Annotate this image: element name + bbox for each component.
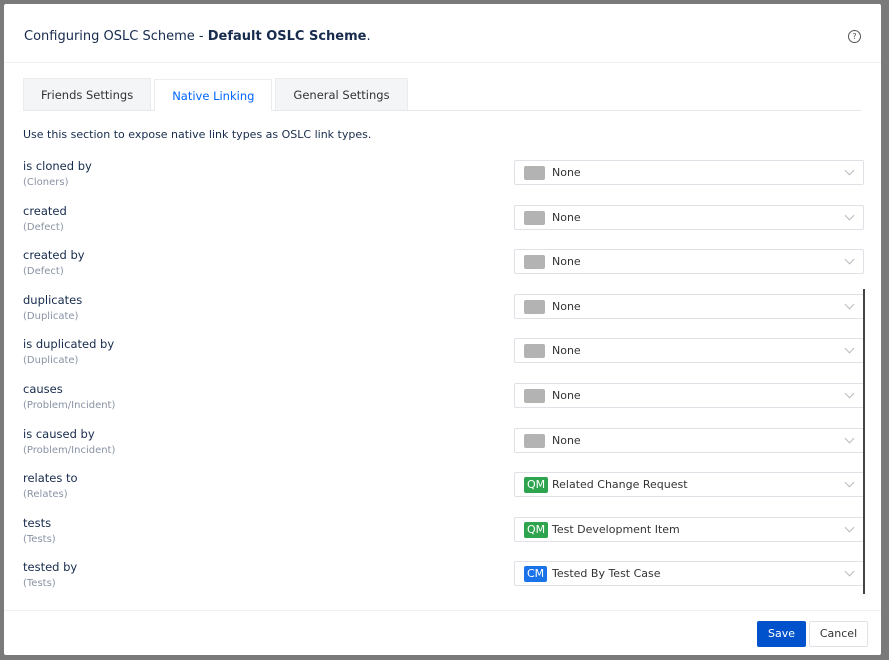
oslc-scheme-dialog: Configuring OSLC Scheme - Default OSLC S…	[4, 4, 881, 655]
link-type-label: created	[23, 203, 67, 218]
selected-value: None	[552, 255, 581, 269]
link-type-row: is caused by (Problem/Incident) None	[23, 427, 865, 472]
title-suffix: .	[366, 29, 371, 44]
link-type-category: (Defect)	[23, 221, 64, 233]
link-type-row: is cloned by (Cloners) None	[23, 159, 865, 204]
link-type-label: duplicates	[23, 292, 83, 307]
qm-badge: QM	[524, 521, 549, 538]
dialog-header: Configuring OSLC Scheme - Default OSLC S…	[4, 4, 881, 63]
link-type-row: relates to (Relates) QM Related Change R…	[23, 471, 865, 516]
help-icon[interactable]: ?	[848, 30, 861, 43]
dialog-footer: Save Cancel	[4, 610, 881, 655]
chevron-down-icon	[844, 254, 855, 265]
tab-bar: Friends Settings Native Linking General …	[23, 78, 861, 111]
link-type-category: (Problem/Incident)	[23, 399, 116, 411]
link-type-label: is cloned by	[23, 159, 92, 173]
oslc-link-type-select[interactable]: CM Tested By Test Case	[514, 561, 864, 587]
section-description: Use this section to expose native link t…	[23, 128, 372, 141]
none-swatch-icon	[524, 433, 545, 448]
link-type-row: created by (Defect) None	[23, 248, 865, 293]
chevron-down-icon	[844, 522, 855, 533]
selected-value: None	[552, 388, 581, 402]
link-type-category: (Problem/Incident)	[23, 444, 116, 456]
selected-value: None	[552, 166, 581, 179]
none-swatch-icon	[524, 388, 545, 403]
scheme-name: Default OSLC Scheme	[207, 29, 367, 44]
selected-value: None	[552, 299, 581, 313]
save-button[interactable]: Save	[757, 621, 806, 647]
oslc-link-type-select[interactable]: None	[514, 249, 864, 275]
tab-general-settings[interactable]: General Settings	[275, 78, 408, 110]
link-type-list: is cloned by (Cloners) None created (Def…	[23, 159, 865, 605]
link-type-label: created by	[23, 248, 85, 263]
link-type-label: is duplicated by	[23, 337, 115, 352]
link-type-category: (Tests)	[23, 533, 56, 545]
tab-native-linking[interactable]: Native Linking	[154, 79, 273, 111]
chevron-down-icon	[844, 343, 855, 354]
title-prefix: Configuring OSLC Scheme -	[24, 29, 208, 44]
cancel-button[interactable]: Cancel	[809, 621, 868, 647]
selected-value: Test Development Item	[552, 522, 680, 536]
chevron-down-icon	[844, 433, 855, 444]
chevron-down-icon	[844, 388, 855, 399]
oslc-link-type-select[interactable]: None	[514, 427, 864, 453]
none-swatch-icon	[524, 299, 545, 314]
chevron-down-icon	[844, 165, 855, 176]
link-type-label: relates to	[23, 471, 78, 486]
link-type-row: causes (Problem/Incident) None	[23, 382, 865, 427]
none-swatch-icon	[524, 166, 545, 180]
tab-friends-settings[interactable]: Friends Settings	[23, 78, 152, 110]
selected-value: None	[552, 344, 581, 358]
cm-badge: CM	[524, 566, 548, 583]
oslc-link-type-select[interactable]: None	[514, 160, 864, 185]
link-type-row: duplicates (Duplicate) None	[23, 293, 865, 338]
selected-value: Related Change Request	[552, 478, 688, 492]
scrollbar[interactable]	[863, 289, 865, 594]
link-type-label: is caused by	[23, 426, 95, 441]
link-type-row: tests (Tests) QM Test Development Item	[23, 516, 865, 561]
link-type-label: tests	[23, 515, 52, 530]
link-type-category: (Duplicate)	[23, 355, 79, 367]
link-type-row: tested by (Tests) CM Tested By Test Case	[23, 560, 865, 605]
link-type-label: tested by	[23, 560, 78, 575]
link-type-category: (Relates)	[23, 489, 68, 501]
oslc-link-type-select[interactable]: None	[514, 382, 864, 408]
oslc-link-type-select[interactable]: None	[514, 293, 864, 319]
link-type-label: causes	[23, 381, 63, 396]
qm-badge: QM	[524, 477, 549, 494]
dialog-title: Configuring OSLC Scheme - Default OSLC S…	[24, 29, 371, 44]
selected-value: None	[552, 210, 581, 224]
oslc-link-type-select[interactable]: None	[514, 338, 864, 364]
link-type-category: (Defect)	[23, 266, 64, 278]
selected-value: Tested By Test Case	[552, 567, 661, 581]
link-type-row: is duplicated by (Duplicate) None	[23, 337, 865, 382]
link-type-category: (Duplicate)	[23, 310, 79, 322]
oslc-link-type-select[interactable]: QM Related Change Request	[514, 472, 864, 498]
link-type-category: (Cloners)	[23, 177, 69, 188]
link-type-row: created (Defect) None	[23, 204, 865, 249]
oslc-link-type-select[interactable]: None	[514, 204, 864, 230]
link-type-category: (Tests)	[23, 578, 56, 590]
chevron-down-icon	[844, 477, 855, 488]
chevron-down-icon	[844, 210, 855, 221]
oslc-link-type-select[interactable]: QM Test Development Item	[514, 516, 864, 542]
none-swatch-icon	[524, 344, 545, 359]
selected-value: None	[552, 433, 581, 447]
chevron-down-icon	[844, 299, 855, 310]
chevron-down-icon	[844, 566, 855, 577]
none-swatch-icon	[524, 210, 545, 225]
none-swatch-icon	[524, 255, 545, 270]
